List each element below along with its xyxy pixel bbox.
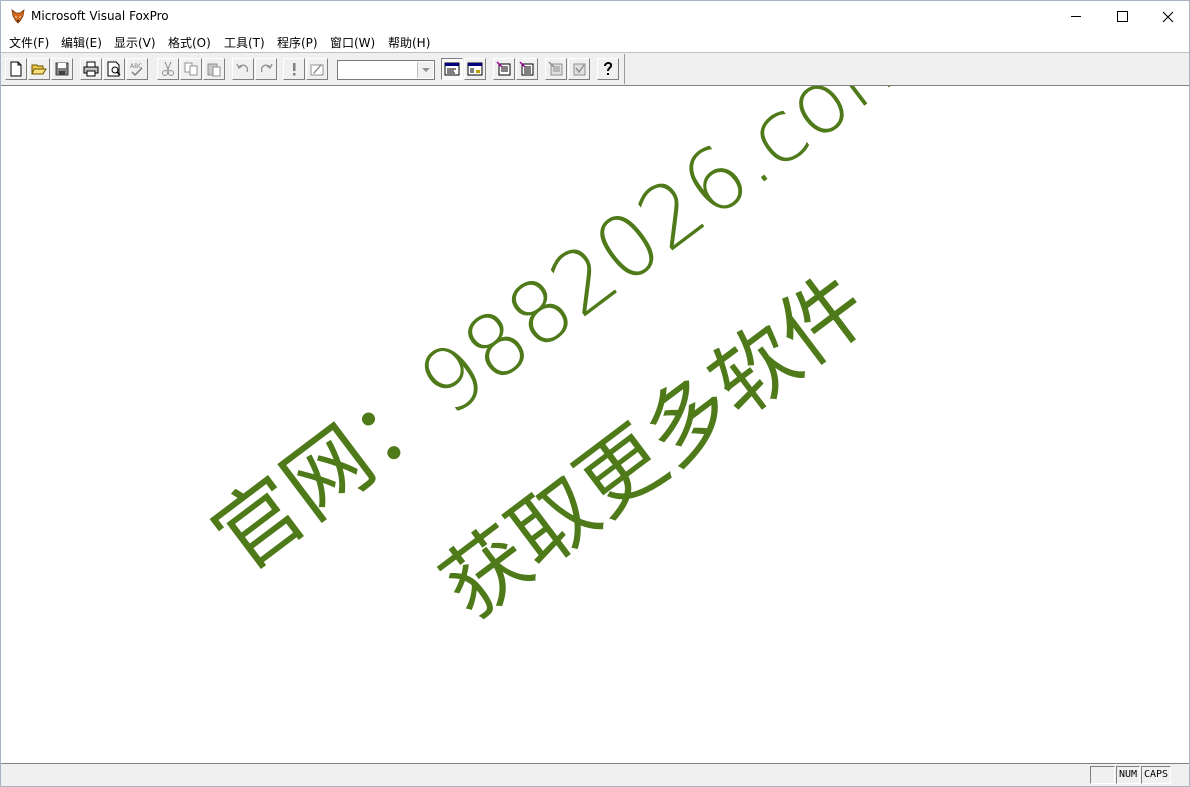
data-session-button[interactable] xyxy=(464,58,486,80)
undo-icon xyxy=(236,63,249,73)
menu-program[interactable]: 程序(P) xyxy=(274,34,321,51)
paste-icon xyxy=(207,63,221,77)
autoform-button[interactable] xyxy=(545,58,567,80)
autoreport-icon xyxy=(573,63,586,76)
command-window-icon xyxy=(444,62,460,76)
autoform-icon xyxy=(548,61,563,76)
status-bar: NUM CAPS xyxy=(1,763,1189,786)
toolbar-area: ABC xyxy=(1,52,1189,86)
status-panel-blank xyxy=(1090,766,1115,784)
app-window: Microsoft Visual FoxPro 文件(F) 编辑(E) 显示(V… xyxy=(0,0,1190,787)
cut-button[interactable] xyxy=(157,58,179,80)
chevron-down-icon xyxy=(421,68,430,72)
modify-form-button[interactable] xyxy=(306,58,328,80)
maximize-icon xyxy=(1116,11,1128,22)
watermark: 官网：9882026.com 获取更多软件 xyxy=(195,86,936,637)
standard-toolbar: ABC xyxy=(3,54,625,84)
minimize-button[interactable] xyxy=(1053,1,1099,32)
menu-help[interactable]: 帮助(H) xyxy=(385,34,433,51)
help-button[interactable] xyxy=(597,58,619,80)
spelling-icon: ABC xyxy=(130,63,143,77)
menu-view[interactable]: 显示(V) xyxy=(111,34,159,51)
print-preview-icon xyxy=(107,61,121,77)
open-button[interactable] xyxy=(28,58,50,80)
combo-dropdown-button[interactable] xyxy=(417,62,433,78)
form-wizard-button[interactable] xyxy=(493,58,515,80)
command-window-button[interactable] xyxy=(441,58,463,80)
maximize-button[interactable] xyxy=(1099,1,1145,32)
minimize-icon xyxy=(1071,16,1081,17)
foxpro-logo-icon xyxy=(10,8,26,24)
save-icon xyxy=(55,62,69,76)
print-icon xyxy=(83,61,99,77)
copy-button[interactable] xyxy=(180,58,202,80)
spelling-button[interactable]: ABC xyxy=(126,58,148,80)
close-button[interactable] xyxy=(1145,1,1189,32)
undo-button[interactable] xyxy=(232,58,254,80)
autoreport-button[interactable] xyxy=(568,58,590,80)
new-button[interactable] xyxy=(5,58,27,80)
menu-tools[interactable]: 工具(T) xyxy=(221,34,268,51)
report-wizard-icon xyxy=(519,61,534,76)
copy-icon xyxy=(184,62,198,76)
window-title: Microsoft Visual FoxPro xyxy=(31,9,169,23)
menu-edit[interactable]: 编辑(E) xyxy=(58,34,105,51)
print-preview-button[interactable] xyxy=(103,58,125,80)
close-icon xyxy=(1162,11,1174,22)
open-icon xyxy=(31,64,47,75)
help-icon xyxy=(604,62,613,75)
database-combo[interactable] xyxy=(337,60,435,80)
save-button[interactable] xyxy=(51,58,73,80)
caps-lock-indicator: CAPS xyxy=(1141,766,1171,784)
run-icon xyxy=(293,63,296,76)
menu-file[interactable]: 文件(F) xyxy=(6,34,52,51)
menu-format[interactable]: 格式(O) xyxy=(165,34,214,51)
data-session-icon xyxy=(467,62,483,76)
redo-button[interactable] xyxy=(255,58,277,80)
print-button[interactable] xyxy=(80,58,102,80)
new-icon xyxy=(10,61,22,77)
desktop-area: 官网：9882026.com 获取更多软件 xyxy=(1,86,1189,763)
redo-icon xyxy=(260,63,273,73)
run-button[interactable] xyxy=(283,58,305,80)
menu-window[interactable]: 窗口(W) xyxy=(327,34,378,51)
menu-bar: 文件(F) 编辑(E) 显示(V) 格式(O) 工具(T) 程序(P) 窗口(W… xyxy=(1,32,1189,52)
title-bar[interactable]: Microsoft Visual FoxPro xyxy=(1,1,1189,32)
report-wizard-button[interactable] xyxy=(516,58,538,80)
num-lock-indicator: NUM xyxy=(1116,766,1140,784)
paste-button[interactable] xyxy=(203,58,225,80)
form-wizard-icon xyxy=(496,61,511,76)
cut-icon xyxy=(162,61,174,76)
modify-form-icon xyxy=(310,64,324,76)
